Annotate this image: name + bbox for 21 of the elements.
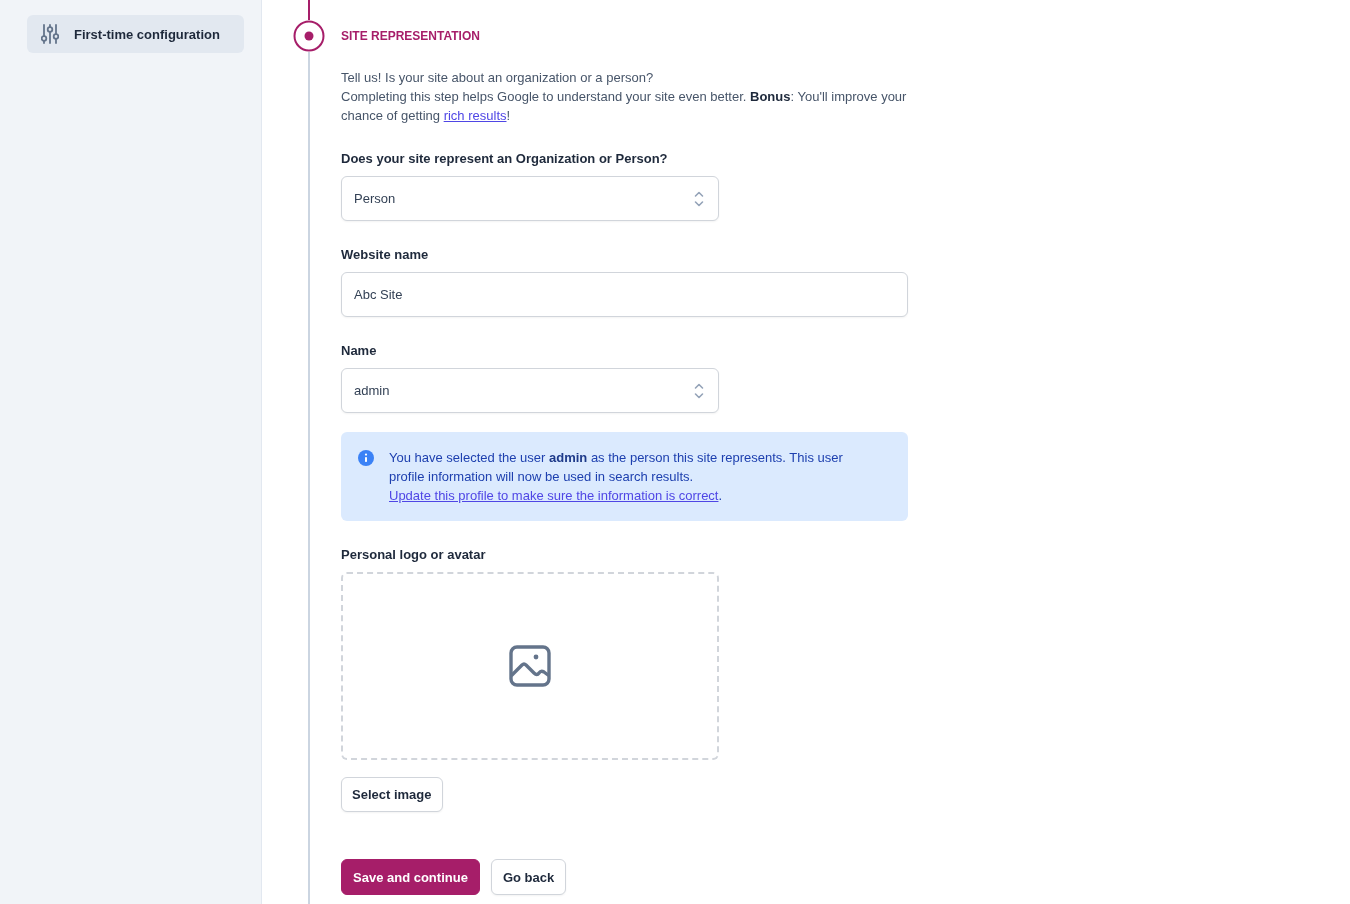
chevron-up-down-icon	[694, 382, 704, 399]
field-label: Website name	[341, 246, 430, 264]
back-button[interactable]: Go back	[490, 859, 567, 895]
field-label: Does your site represent an Organization or Person?	[341, 150, 669, 168]
select-field[interactable]: admin	[341, 368, 719, 413]
alert-text: You have selected the user admin as the person this site represents. This user profile information will now be used in search results. Update this profile to make sure the information is correct.	[389, 449, 844, 505]
step-title: SITE REPRESENTATION	[341, 28, 481, 45]
select-image-button[interactable]: Select image	[341, 777, 443, 812]
save-button[interactable]: Save and continue	[341, 859, 480, 895]
field-label: Personal logo or avatar	[341, 546, 487, 564]
info-icon	[358, 450, 374, 466]
text-link[interactable]: rich results	[443, 108, 507, 123]
sliders-icon	[41, 24, 59, 44]
chevron-up-down-icon	[694, 190, 704, 207]
image-drop-zone[interactable]	[341, 572, 719, 760]
text-field[interactable]: Abc Site	[341, 272, 908, 317]
intro-text: Tell us! Is your site about an organization or a person? Completing this step helps Google to understand your site even better. Bonus: You'll improve your chance of getting rich results!	[341, 69, 908, 125]
sidebar-item[interactable]: First-time configuration	[27, 15, 244, 53]
image-icon	[509, 645, 551, 687]
field-label: Name	[341, 342, 378, 360]
select-field[interactable]: Person	[341, 176, 719, 221]
